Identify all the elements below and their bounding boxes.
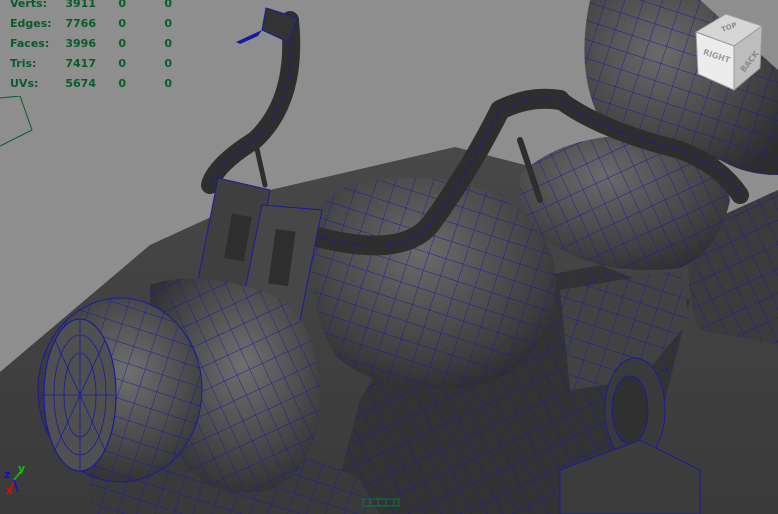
hud-row-faces: Faces: 3996 0 0 xyxy=(10,34,180,54)
hud-row-tris: Tris: 7417 0 0 xyxy=(10,54,180,74)
hud-value-object: 7417 xyxy=(65,57,96,70)
hud-value-component: 0 xyxy=(164,17,172,30)
camera-frame-corner xyxy=(0,96,33,147)
hud-row-uvs: UVs: 5674 0 0 xyxy=(10,74,180,94)
hud-label: Tris: xyxy=(10,57,37,70)
maya-viewport[interactable]: Verts: 3911 0 0 Edges: 7766 0 0 Faces: 3… xyxy=(0,0,778,514)
hud-label: Faces: xyxy=(10,37,50,50)
hud-value-object: 3996 xyxy=(65,37,96,50)
hud-label: UVs: xyxy=(10,77,39,90)
axis-x-label: x xyxy=(6,484,13,497)
hud-label: Edges: xyxy=(10,17,52,30)
hud-value-component: 0 xyxy=(164,77,172,90)
axis-gizmo: y z x xyxy=(4,462,25,497)
hud-value-component: 0 xyxy=(164,0,172,10)
pivot-manipulator-marker xyxy=(362,498,400,507)
hud-value-object: 7766 xyxy=(65,17,96,30)
hud-value-selected: 0 xyxy=(118,77,126,90)
hud-value-object: 3911 xyxy=(65,0,96,10)
hud-value-selected: 0 xyxy=(118,37,126,50)
view-cube[interactable]: TOP RIGHT BACK xyxy=(694,12,764,92)
hud-row-verts: Verts: 3911 0 0 xyxy=(10,0,180,14)
axis-y-label: y xyxy=(18,462,25,475)
poly-count-hud: Verts: 3911 0 0 Edges: 7766 0 0 Faces: 3… xyxy=(10,0,180,94)
hud-value-selected: 0 xyxy=(118,17,126,30)
hud-value-component: 0 xyxy=(164,57,172,70)
hud-value-component: 0 xyxy=(164,37,172,50)
hud-value-selected: 0 xyxy=(118,57,126,70)
hud-value-selected: 0 xyxy=(118,0,126,10)
hud-label: Verts: xyxy=(10,0,48,10)
hud-value-object: 5674 xyxy=(65,77,96,90)
hud-row-edges: Edges: 7766 0 0 xyxy=(10,14,180,34)
axis-z-label: z xyxy=(4,468,10,481)
